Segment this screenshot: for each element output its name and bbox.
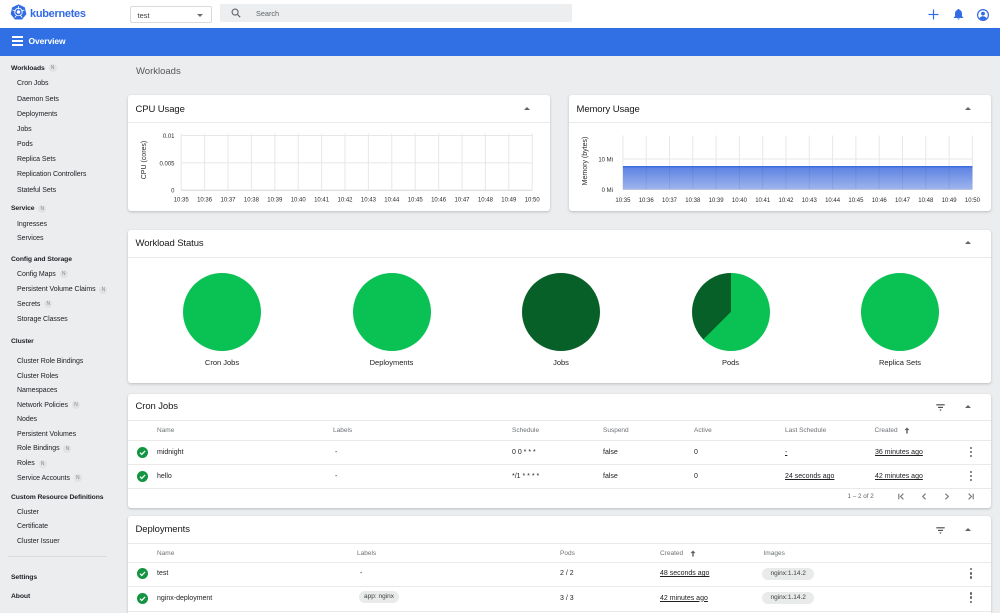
svg-text:10:39: 10:39 — [709, 198, 725, 204]
svg-text:10:45: 10:45 — [848, 198, 864, 204]
svg-text:10:48: 10:48 — [918, 198, 934, 204]
svg-text:10:47: 10:47 — [454, 198, 470, 204]
svg-text:10:41: 10:41 — [314, 198, 330, 204]
svg-text:10:40: 10:40 — [291, 198, 307, 204]
svg-text:10:35: 10:35 — [174, 198, 190, 204]
svg-text:10:43: 10:43 — [802, 198, 818, 204]
svg-text:10:42: 10:42 — [337, 198, 353, 204]
svg-text:10:47: 10:47 — [895, 198, 911, 204]
svg-text:0: 0 — [171, 189, 175, 195]
svg-text:CPU (cores): CPU (cores) — [141, 141, 148, 180]
svg-text:10 Mi: 10 Mi — [598, 158, 613, 164]
svg-text:10:42: 10:42 — [778, 198, 794, 204]
svg-text:0.005: 0.005 — [159, 161, 175, 167]
svg-text:10:38: 10:38 — [244, 198, 260, 204]
svg-text:10:36: 10:36 — [639, 198, 655, 204]
svg-text:10:38: 10:38 — [685, 198, 701, 204]
svg-text:10:49: 10:49 — [501, 198, 517, 204]
svg-text:10:35: 10:35 — [615, 198, 631, 204]
svg-text:10:48: 10:48 — [478, 198, 494, 204]
svg-text:Memory (bytes): Memory (bytes) — [582, 137, 589, 186]
svg-text:10:50: 10:50 — [525, 198, 541, 204]
svg-text:10:37: 10:37 — [220, 198, 236, 204]
svg-text:10:50: 10:50 — [965, 198, 981, 204]
svg-text:10:46: 10:46 — [431, 198, 447, 204]
svg-text:10:41: 10:41 — [755, 198, 771, 204]
svg-text:10:49: 10:49 — [942, 198, 958, 204]
svg-text:10:44: 10:44 — [825, 198, 841, 204]
svg-text:10:36: 10:36 — [197, 198, 213, 204]
svg-text:10:46: 10:46 — [872, 198, 888, 204]
svg-text:10:44: 10:44 — [384, 198, 400, 204]
svg-text:0.01: 0.01 — [163, 134, 175, 140]
svg-text:10:39: 10:39 — [267, 198, 283, 204]
svg-text:10:40: 10:40 — [732, 198, 748, 204]
svg-text:10:37: 10:37 — [662, 198, 678, 204]
svg-text:0 Mi: 0 Mi — [602, 188, 613, 194]
svg-text:10:45: 10:45 — [408, 198, 424, 204]
svg-text:10:43: 10:43 — [361, 198, 377, 204]
